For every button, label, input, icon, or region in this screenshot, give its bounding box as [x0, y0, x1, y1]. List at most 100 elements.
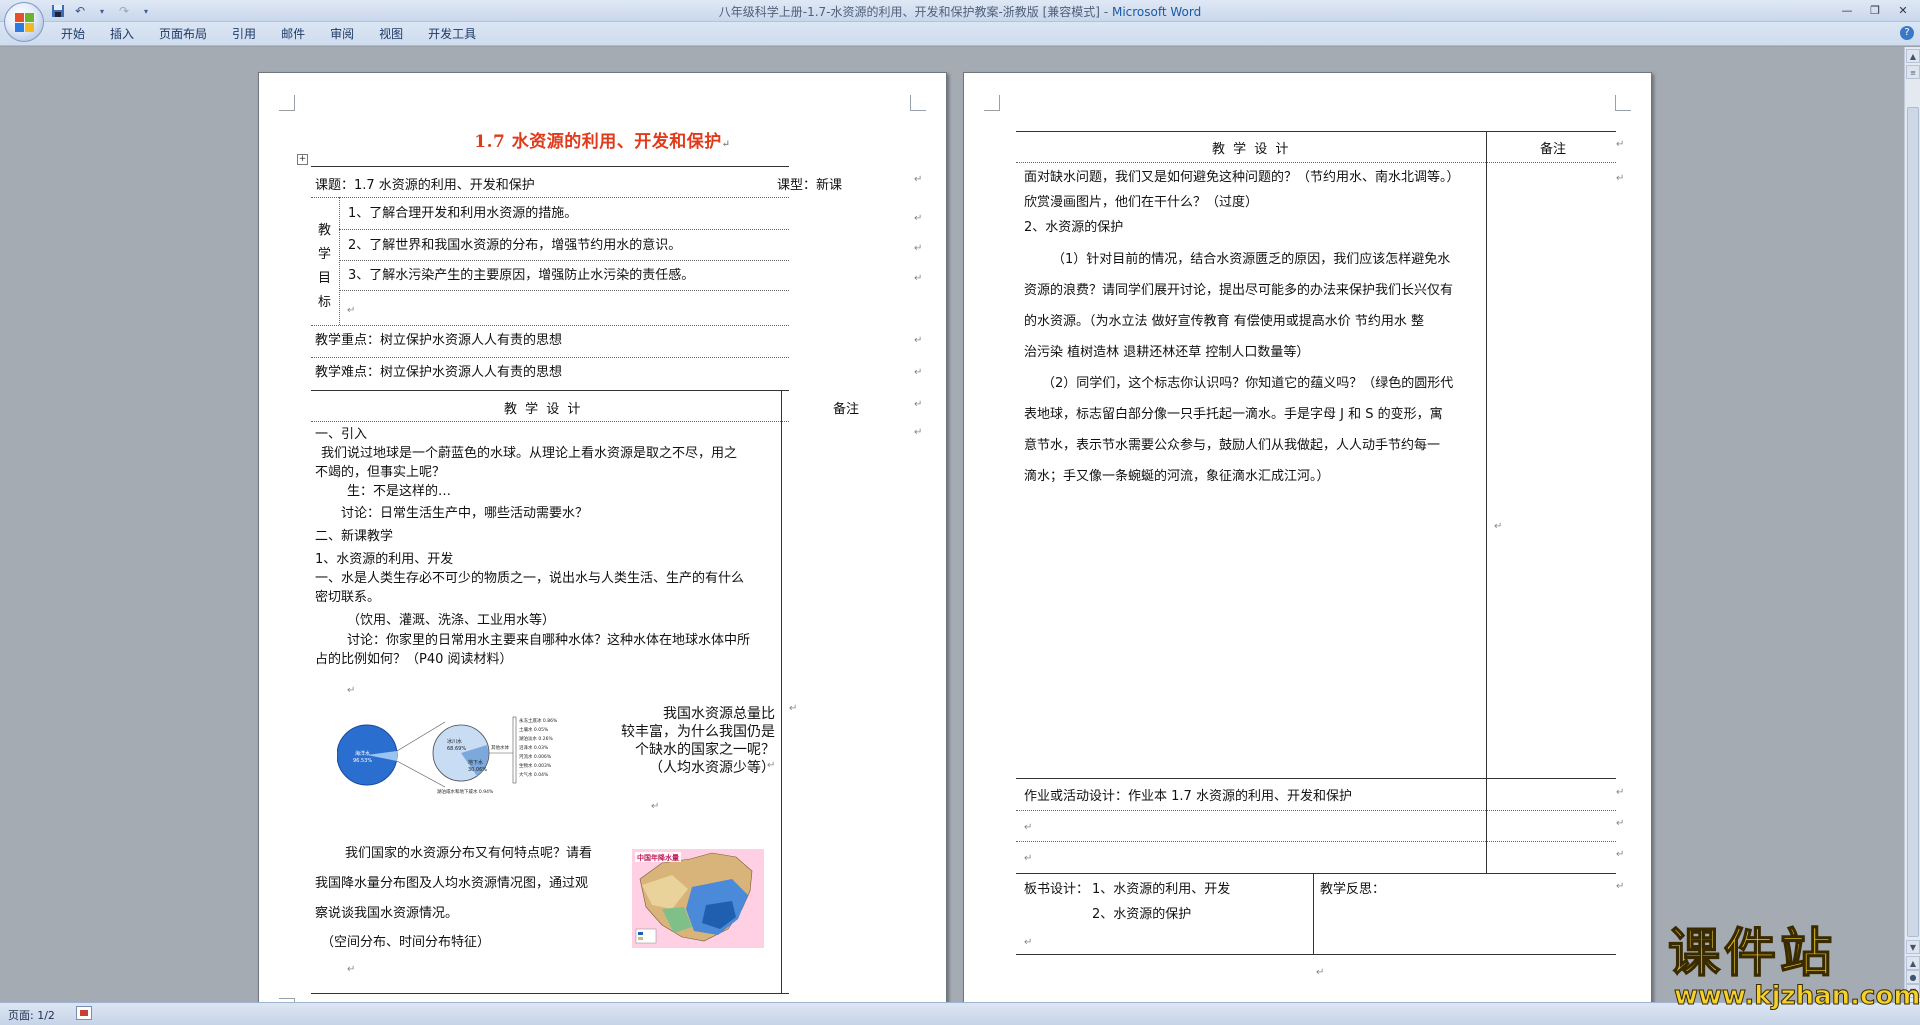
row-divider: [339, 260, 789, 261]
lesson-type: 课型：新课: [777, 178, 843, 193]
pie-label-other: 其他水体: [491, 744, 509, 751]
pie-label-lake-salt: 湖泊咸水和地下咸水 0.94%: [437, 788, 494, 795]
table-border: [1016, 131, 1616, 132]
proofing-icon[interactable]: [76, 1006, 92, 1020]
table-move-handle-icon[interactable]: +: [297, 154, 308, 165]
row-divider: [311, 197, 789, 198]
body-line: 表地球，标志留白部分像一只手托起一滴水。手是字母 J 和 S 的变形，寓: [1024, 407, 1443, 422]
page-2: 教 学 设 计 备注 ↵ ↵ 面对缺水问题，我们又是如何避免这种问题的？（节约用…: [963, 72, 1652, 1007]
objectives-label: 教 学 目 标: [318, 219, 334, 315]
document-title: 八年级科学上册-1.7-水资源的利用、开发和保护教案-浙教版 [兼容模式]: [718, 5, 1100, 19]
pie-label-ground: 地下水: [468, 759, 483, 766]
distribution-line: （空间分布、时间分布特征）: [321, 935, 491, 950]
vertical-scrollbar[interactable]: ▲ ≡ ▼ ▲ ● ▼: [1904, 47, 1920, 1002]
body-line: 讨论：你家里的日常用水主要来自哪种水体？这种水体在地球水体中所: [347, 633, 751, 648]
row-divider: [311, 357, 789, 358]
body-line: 我们说过地球是一个蔚蓝色的水球。从理论上看水资源是取之不尽，用之: [321, 446, 738, 461]
row-divider: [339, 290, 789, 291]
board-item: 2、水资源的保护: [1092, 907, 1192, 922]
body-line: 欣赏漫画图片，他们在干什么？（过度）: [1024, 195, 1259, 210]
previous-page-icon[interactable]: ▲: [1906, 956, 1920, 970]
pie-legend-item: 湖泊淡水 0.26%: [519, 735, 553, 742]
tab-developer[interactable]: 开发工具: [415, 26, 488, 42]
body-line: 密切联系。: [315, 590, 381, 605]
tab-mailings[interactable]: 邮件: [268, 26, 317, 42]
objectives-label-char: 学: [318, 247, 332, 262]
side-question-line: 个缺水的国家之一呢？: [635, 742, 775, 758]
ribbon-tabs: 开始 插入 页面布局 引用 邮件 审阅 视图 开发工具: [48, 26, 488, 42]
china-precipitation-map: 中国年降水量: [632, 849, 764, 948]
homework: 作业或活动设计：作业本 1.7 水资源的利用、开发和保护: [1024, 789, 1352, 804]
row-divider: [311, 325, 789, 326]
pie-legend-item: 永冻土底冰 0.86%: [519, 717, 558, 724]
pie-label-glacier-pct: 68.69%: [447, 746, 466, 752]
reflection-label: 教学反思：: [1320, 882, 1386, 897]
body-line: （2）同学们，这个标志你认识吗？你知道它的蕴义吗？（绿色的圆形代: [1042, 376, 1454, 391]
map-title: 中国年降水量: [637, 853, 679, 862]
pie-label-ground-pct: 30.06%: [468, 767, 487, 773]
objectives-label-char: 标: [318, 295, 332, 310]
table-border: [311, 166, 789, 167]
pie-legend-item: 大气水 0.04%: [519, 771, 549, 778]
minimize-icon[interactable]: —: [1834, 1, 1860, 19]
maximize-icon[interactable]: ❐: [1862, 1, 1888, 19]
tab-page-layout[interactable]: 页面布局: [146, 26, 219, 42]
tab-insert[interactable]: 插入: [97, 26, 146, 42]
help-icon[interactable]: ?: [1900, 26, 1914, 40]
table-border: [311, 390, 789, 391]
column-divider: [339, 197, 340, 325]
pie-legend-item: 生物水 0.003%: [519, 762, 552, 769]
ribbon-tab-bar: 开始 插入 页面布局 引用 邮件 审阅 视图 开发工具 ?: [0, 22, 1920, 46]
document-heading: 1.7 水资源的利用、开发和保护↵: [474, 132, 731, 152]
notes-header: 备注: [1540, 142, 1567, 157]
objective-item: 2、了解世界和我国水资源的分布，增强节约用水的意识。: [348, 238, 682, 253]
watermark-brand: 课件站: [1667, 924, 1837, 984]
heading-text: 1.7 水资源的利用、开发和保护: [474, 132, 722, 152]
distribution-line: 察说谈我国水资源情况。: [315, 906, 459, 921]
close-icon[interactable]: ✕: [1890, 1, 1916, 19]
title-bar: ↶ ▾ ↷ ▾ 八年级科学上册-1.7-水资源的利用、开发和保护教案-浙教版 […: [0, 0, 1920, 22]
body-line: 讨论：日常生活生产中，哪些活动需要水？: [341, 506, 589, 521]
design-header: 教 学 设 计: [1212, 142, 1291, 157]
topic-label: 课题：1.7 水资源的利用、开发和保护: [315, 178, 535, 193]
body-line: 占的比例如何？（P40 阅读材料）: [315, 652, 513, 667]
objective-item: 1、了解合理开发和利用水资源的措施。: [348, 206, 578, 221]
body-line: 意节水，表示节水需要公众参与，鼓励人们从我做起，人人动手节约每一: [1024, 438, 1441, 453]
table-border: [1016, 954, 1616, 955]
scroll-down-icon[interactable]: ▼: [1906, 940, 1920, 954]
page-1: 1.7 水资源的利用、开发和保护↵ + 课题：1.7 水资源的利用、开发和保护 …: [258, 72, 947, 1014]
body-line: 1、水资源的利用、开发: [315, 552, 454, 567]
body-line: 生：不是这样的…: [347, 484, 452, 499]
water-distribution-pie-chart: 海洋水 96.53% 冰川水 68.69% 地下水 30.06% 湖泊咸水和地下…: [337, 716, 558, 795]
distribution-line: 我们国家的水资源分布又有何特点呢？请看: [345, 846, 593, 861]
page-indicator[interactable]: 页面: 1/2: [8, 1007, 55, 1023]
distribution-line: 我国降水量分布图及人均水资源情况图，通过观: [315, 876, 589, 891]
body-line: 滴水；手又像一条蜿蜒的河流，象征滴水汇成江河。）: [1024, 469, 1330, 484]
body-line: 一、水是人类生存必不可少的物质之一，说出水与人类生活、生产的有什么: [315, 571, 745, 586]
objective-item: 3、了解水污染产生的主要原因，增强防止水污染的责任感。: [348, 268, 695, 283]
tab-references[interactable]: 引用: [219, 26, 268, 42]
office-button[interactable]: [4, 2, 44, 42]
tab-view[interactable]: 视图: [366, 26, 415, 42]
body-line: 资源的浪费？请同学们展开讨论，提出尽可能多的办法来保护我们长兴仅有: [1024, 283, 1454, 298]
column-divider: [1486, 131, 1487, 873]
site-watermark: 课件站 www.kjzhan.com: [1667, 924, 1920, 1009]
pie-legend-item: 河流水 0.006%: [519, 753, 552, 760]
difficulty: 教学难点：树立保护水资源人人有责的思想: [315, 365, 563, 380]
watermark-url: www.kjzhan.com: [1674, 981, 1920, 1011]
body-line: 的水资源。（为水立法 做好宣传教育 有偿使用或提高水价 节约用水 整: [1024, 314, 1425, 329]
objectives-label-char: 目: [318, 271, 332, 286]
pie-label-glacier: 冰川水: [447, 738, 462, 745]
row-divider: [1016, 810, 1616, 811]
window-controls: — ❐ ✕: [1834, 1, 1916, 19]
scroll-thumb[interactable]: [1907, 107, 1919, 937]
tab-home[interactable]: 开始: [48, 26, 97, 42]
board-item: 1、水资源的利用、开发: [1092, 882, 1231, 897]
pie-label-ocean-pct: 96.53%: [353, 758, 372, 764]
row-divider: [311, 421, 789, 422]
window-title: 八年级科学上册-1.7-水资源的利用、开发和保护教案-浙教版 [兼容模式] - …: [0, 3, 1920, 20]
row-divider: [339, 229, 789, 230]
tab-review[interactable]: 审阅: [317, 26, 366, 42]
scroll-up-icon[interactable]: ▲: [1906, 49, 1920, 63]
ruler-toggle-icon[interactable]: ≡: [1906, 65, 1920, 79]
